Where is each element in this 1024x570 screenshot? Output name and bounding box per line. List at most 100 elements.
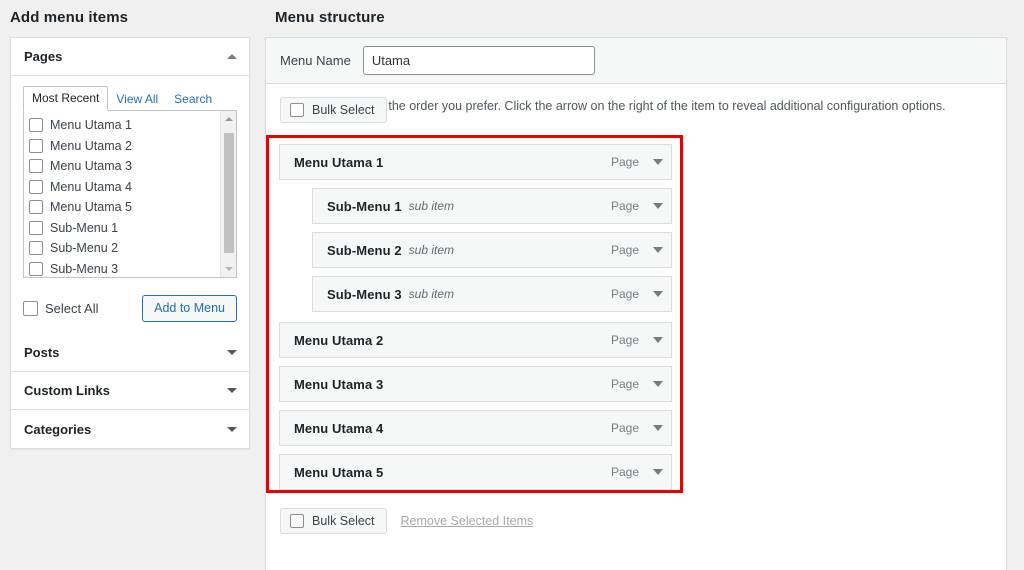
list-item-label: Menu Utama 1: [50, 118, 132, 133]
chevron-down-icon[interactable]: [653, 247, 663, 253]
menu-item-row[interactable]: Menu Utama 2 Page: [279, 322, 672, 358]
pages-tabs: Most Recent View All Search: [23, 86, 237, 111]
custom-links-accordion-label: Custom Links: [24, 383, 110, 398]
page-checkbox[interactable]: [29, 261, 43, 276]
scrollbar-thumb[interactable]: [224, 133, 234, 253]
list-item[interactable]: Sub-Menu 2: [24, 238, 236, 259]
scroll-down-arrow-icon[interactable]: [221, 261, 236, 277]
menu-structure-column: Menu structure Menu Name Drag the items …: [265, 0, 1024, 570]
menu-item-title: Sub-Menu 2: [327, 242, 402, 258]
menu-item-type: Page: [610, 155, 639, 169]
list-item[interactable]: Menu Utama 1: [24, 115, 236, 136]
page-checkbox[interactable]: [29, 220, 43, 235]
menu-item-title: Sub-Menu 1: [327, 198, 402, 214]
tab-view-all[interactable]: View All: [108, 88, 166, 111]
menu-structure-heading: Menu structure: [275, 9, 385, 26]
menu-item-row[interactable]: Menu Utama 5 Page: [279, 454, 672, 490]
menu-item-row[interactable]: Sub-Menu 3 sub item Page: [312, 276, 672, 312]
triangle-down-icon[interactable]: [227, 426, 237, 432]
bulk-select-label-top: Bulk Select: [312, 103, 375, 117]
menu-item-type: Page: [610, 465, 639, 479]
menu-item-sub-tag: sub item: [408, 199, 455, 213]
menu-item-row[interactable]: Sub-Menu 1 sub item Page: [312, 188, 672, 224]
menu-name-label: Menu Name: [280, 53, 351, 68]
select-all-checkbox[interactable]: [23, 300, 38, 316]
list-item-label: Menu Utama 5: [50, 200, 132, 215]
menu-item-title: Menu Utama 4: [294, 420, 384, 436]
list-item-label: Sub-Menu 2: [50, 241, 119, 256]
menu-item-type: Page: [610, 421, 639, 435]
custom-links-accordion-header[interactable]: Custom Links: [11, 372, 249, 410]
categories-accordion-header[interactable]: Categories: [11, 410, 249, 448]
menu-item-sub-tag: sub item: [408, 243, 455, 257]
menu-item-title: Menu Utama 2: [294, 332, 384, 348]
menu-item-title: Menu Utama 1: [294, 154, 384, 170]
menu-item-type: Page: [610, 243, 639, 257]
menu-item-title: Menu Utama 3: [294, 376, 384, 392]
menu-item-row[interactable]: Menu Utama 1 Page: [279, 144, 672, 180]
menu-item-row[interactable]: Menu Utama 4 Page: [279, 410, 672, 446]
list-item-label: Menu Utama 4: [50, 179, 132, 194]
list-item[interactable]: Menu Utama 3: [24, 156, 236, 177]
bulk-select-button-bottom[interactable]: Bulk Select: [280, 508, 387, 534]
list-item[interactable]: Menu Utama 4: [24, 177, 236, 198]
list-item[interactable]: Menu Utama 2: [24, 136, 236, 157]
triangle-down-icon[interactable]: [227, 350, 237, 355]
menu-name-bar: Menu Name: [266, 38, 1006, 84]
menu-item-row[interactable]: Sub-Menu 2 sub item Page: [312, 232, 672, 268]
menu-structure-panel: Menu Name Drag the items into the order …: [265, 37, 1007, 570]
menu-item-type: Page: [610, 333, 639, 347]
chevron-down-icon[interactable]: [653, 159, 663, 165]
list-item[interactable]: Sub-Menu 3: [24, 259, 236, 278]
add-to-menu-button[interactable]: Add to Menu: [142, 294, 237, 322]
list-item[interactable]: Menu Utama 5: [24, 197, 236, 218]
tab-search[interactable]: Search: [166, 88, 220, 111]
page-checkbox[interactable]: [29, 159, 43, 174]
page-checkbox[interactable]: [29, 241, 43, 256]
list-item[interactable]: Sub-Menu 1: [24, 218, 236, 239]
menu-item-title: Menu Utama 5: [294, 464, 384, 480]
menu-item-type: Page: [610, 377, 639, 391]
menu-name-input[interactable]: [362, 46, 595, 75]
chevron-down-icon[interactable]: [653, 469, 663, 475]
list-item-label: Menu Utama 2: [50, 138, 132, 153]
scroll-up-arrow-icon[interactable]: [221, 111, 236, 127]
page-checkbox[interactable]: [29, 138, 43, 153]
pages-panel: Pages Most Recent View All Search Menu U…: [10, 37, 250, 449]
add-menu-items-column: Add menu items Pages Most Recent View Al…: [0, 0, 258, 570]
chevron-down-icon[interactable]: [653, 203, 663, 209]
page-checkbox[interactable]: [29, 118, 43, 133]
bulk-select-label-bottom: Bulk Select: [312, 514, 375, 528]
posts-accordion-header[interactable]: Posts: [11, 334, 249, 372]
pages-checkbox-list: Menu Utama 1 Menu Utama 2 Menu Utama 3 M…: [23, 111, 237, 278]
bulk-select-checkbox-bottom[interactable]: [290, 514, 304, 528]
chevron-down-icon[interactable]: [653, 425, 663, 431]
triangle-down-icon[interactable]: [227, 388, 237, 393]
menu-item-row[interactable]: Menu Utama 3 Page: [279, 366, 672, 402]
menu-item-type: Page: [610, 287, 639, 301]
categories-accordion-label: Categories: [24, 421, 92, 437]
posts-accordion-label: Posts: [24, 345, 60, 360]
chevron-down-icon[interactable]: [653, 291, 663, 297]
page-checkbox[interactable]: [29, 179, 43, 194]
menu-items-highlight-box: Menu Utama 1 Page Sub-Menu 1 sub item Pa…: [266, 135, 683, 493]
chevron-down-icon[interactable]: [653, 381, 663, 387]
bulk-select-button-top[interactable]: Bulk Select: [280, 97, 387, 123]
list-item-label: Sub-Menu 3: [50, 261, 119, 276]
triangle-up-icon[interactable]: [227, 54, 237, 59]
pages-accordion-label: Pages: [24, 49, 63, 64]
pages-list-scrollbar[interactable]: [220, 111, 236, 277]
bulk-select-checkbox-top[interactable]: [290, 103, 304, 117]
menu-footer-actions: Bulk Select Remove Selected Items: [280, 508, 533, 534]
tab-most-recent[interactable]: Most Recent: [23, 86, 109, 111]
select-all-row: Select All Add to Menu: [23, 294, 237, 322]
select-all-label: Select All: [45, 300, 99, 316]
page-checkbox[interactable]: [29, 200, 43, 215]
menu-item-type: Page: [610, 199, 639, 213]
chevron-down-icon[interactable]: [653, 337, 663, 343]
list-item-label: Sub-Menu 1: [50, 220, 119, 235]
remove-selected-items-link[interactable]: Remove Selected Items: [401, 514, 534, 528]
list-item-label: Menu Utama 3: [50, 159, 132, 174]
menu-item-sub-tag: sub item: [408, 287, 455, 301]
pages-accordion-header[interactable]: Pages: [11, 38, 249, 76]
